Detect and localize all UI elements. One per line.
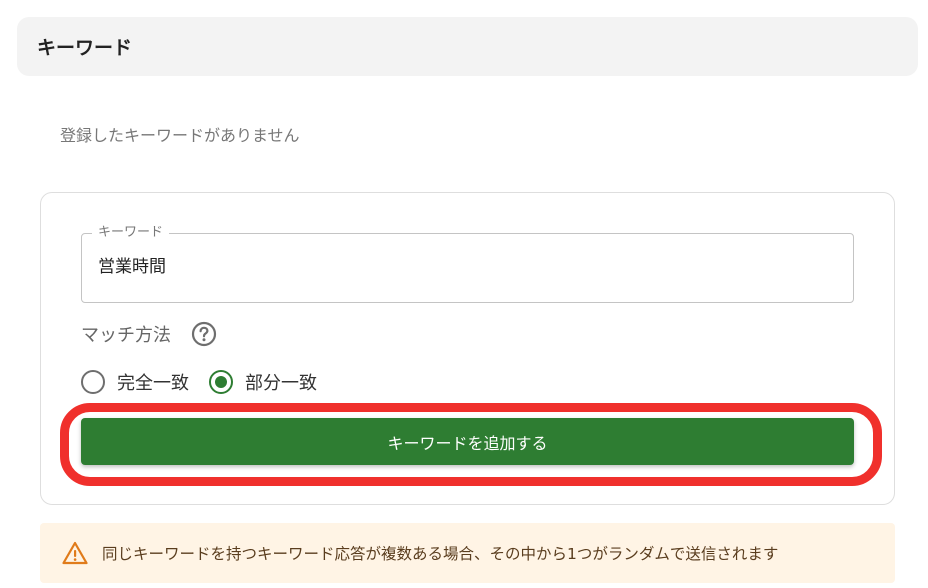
radio-partial-match-label: 部分一致 bbox=[245, 373, 317, 394]
warning-triangle-icon bbox=[62, 541, 88, 565]
radio-exact-match-label: 完全一致 bbox=[117, 373, 189, 394]
match-method-label-row: マッチ方法 bbox=[81, 321, 217, 347]
warning-notice: 同じキーワードを持つキーワード応答が複数ある場合、その中から1つがランダムで送信… bbox=[40, 523, 895, 583]
question-circle-icon[interactable] bbox=[191, 321, 217, 347]
radio-unchecked-icon[interactable] bbox=[81, 370, 105, 394]
radio-exact-match[interactable]: 完全一致 bbox=[81, 369, 189, 395]
match-method-radio-group: 完全一致 部分一致 bbox=[81, 369, 337, 395]
match-method-label: マッチ方法 bbox=[81, 325, 171, 346]
section-title: キーワード bbox=[37, 37, 133, 59]
radio-checked-icon[interactable] bbox=[209, 370, 233, 394]
warning-notice-text: 同じキーワードを持つキーワード応答が複数ある場合、その中から1つがランダムで送信… bbox=[102, 545, 779, 563]
keyword-input[interactable] bbox=[98, 254, 838, 274]
add-keyword-button[interactable]: キーワードを追加する bbox=[81, 418, 854, 465]
section-header: キーワード bbox=[17, 17, 918, 76]
keyword-field[interactable]: キーワード bbox=[81, 225, 854, 303]
keyword-field-legend: キーワード bbox=[92, 225, 170, 241]
radio-partial-match[interactable]: 部分一致 bbox=[209, 369, 317, 395]
empty-keywords-message: 登録したキーワードがありません bbox=[60, 126, 300, 145]
